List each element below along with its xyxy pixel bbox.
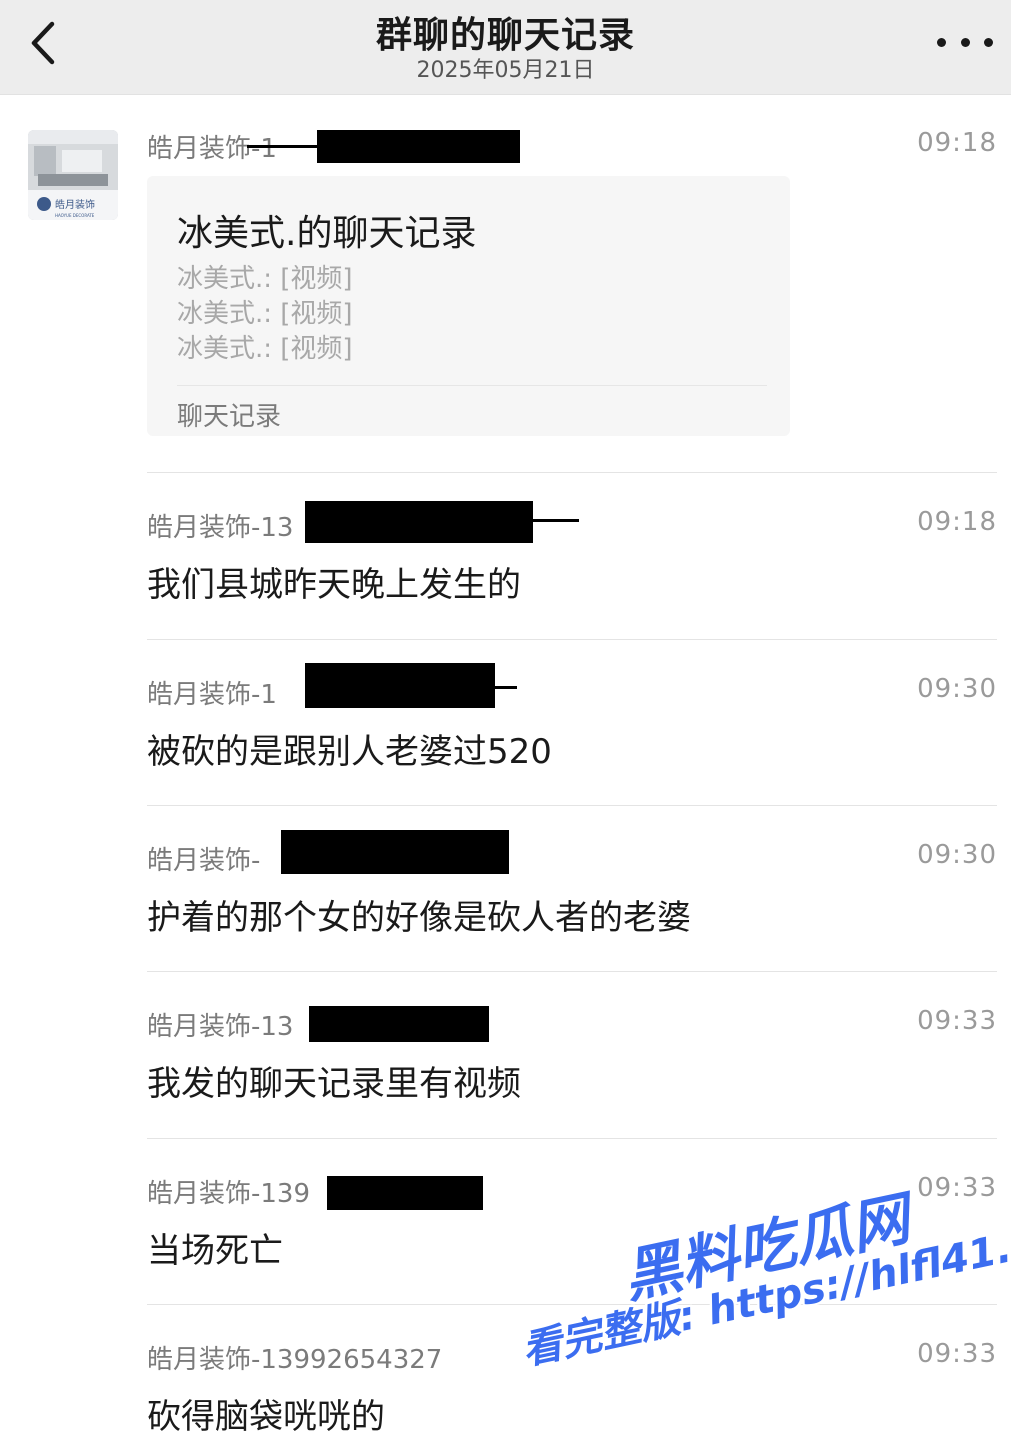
message-time: 09:30 (917, 840, 997, 870)
message-time: 09:33 (917, 1006, 997, 1036)
header-bar: 群聊的聊天记录 2025年05月21日 (0, 0, 1011, 95)
redaction (305, 501, 533, 543)
redaction (281, 830, 509, 874)
divider (147, 472, 997, 473)
redaction (309, 1006, 489, 1042)
avatar-brand-text: 皓月装饰 (55, 198, 95, 211)
message-time: 09:18 (917, 507, 997, 537)
message-time: 09:33 (917, 1173, 997, 1203)
record-line: 冰美式.: [视频] (177, 299, 353, 329)
sender-name: 皓月装饰-1 (147, 680, 277, 710)
message-record-header: 皓月装饰-1 09:18 (147, 128, 997, 168)
divider (147, 639, 997, 640)
message-text: 被砍的是跟别人老婆过520 (147, 732, 552, 772)
sender-name: 皓月装饰-13 (147, 1012, 294, 1042)
message-item[interactable]: 皓月装饰- 09:30 护着的那个女的好像是砍人者的老婆 (147, 830, 997, 960)
message-text: 砍得脑袋咣咣的 (147, 1397, 385, 1437)
message-item[interactable]: 皓月装饰-13 09:18 我们县城昨天晚上发生的 (147, 501, 997, 627)
sender-name: 皓月装饰-13992654327 (147, 1345, 443, 1375)
sender-name: 皓月装饰- (147, 846, 261, 876)
message-item[interactable]: 皓月装饰-13 09:33 我发的聊天记录里有视频 (147, 1006, 997, 1126)
redaction (317, 130, 520, 163)
page-date: 2025年05月21日 (416, 58, 595, 83)
message-item[interactable]: 皓月装饰-1 09:30 被砍的是跟别人老婆过520 (147, 663, 997, 794)
sender-name: 皓月装饰-139 (147, 1179, 311, 1209)
more-dots-icon (937, 37, 946, 47)
message-text: 护着的那个女的好像是砍人者的老婆 (147, 898, 691, 938)
page-title: 群聊的聊天记录 (375, 15, 635, 56)
message-text: 当场死亡 (147, 1231, 283, 1271)
more-button[interactable] (937, 28, 993, 56)
message-time: 09:18 (917, 128, 997, 158)
avatar-brand-sub: HAOYUE DECORATE (55, 213, 95, 218)
divider (147, 805, 997, 806)
chat-record-card[interactable]: 冰美式.的聊天记录 冰美式.: [视频] 冰美式.: [视频] 冰美式.: [视… (147, 176, 790, 436)
divider (147, 1304, 997, 1305)
redaction (517, 519, 579, 522)
record-line: 冰美式.: [视频] (177, 334, 353, 364)
sender-name: 皓月装饰-13 (147, 513, 294, 543)
divider (147, 1138, 997, 1139)
record-footer-label: 聊天记录 (177, 402, 282, 432)
redaction (327, 1176, 483, 1210)
divider (177, 385, 767, 386)
record-line: 冰美式.: [视频] (177, 264, 353, 294)
record-title: 冰美式.的聊天记录 (177, 213, 477, 254)
message-time: 09:33 (917, 1339, 997, 1369)
avatar[interactable]: 皓月装饰 HAOYUE DECORATE (28, 130, 118, 220)
redaction (247, 145, 327, 148)
avatar-image: 皓月装饰 HAOYUE DECORATE (28, 130, 118, 220)
message-text: 我们县城昨天晚上发生的 (147, 565, 521, 605)
divider (147, 971, 997, 972)
redaction (305, 663, 495, 708)
message-time: 09:30 (917, 674, 997, 704)
redaction (482, 686, 517, 689)
chat-record-page: 群聊的聊天记录 2025年05月21日 皓月装饰 HAOYUE DECORATE… (0, 0, 1011, 1443)
message-text: 我发的聊天记录里有视频 (147, 1064, 521, 1104)
